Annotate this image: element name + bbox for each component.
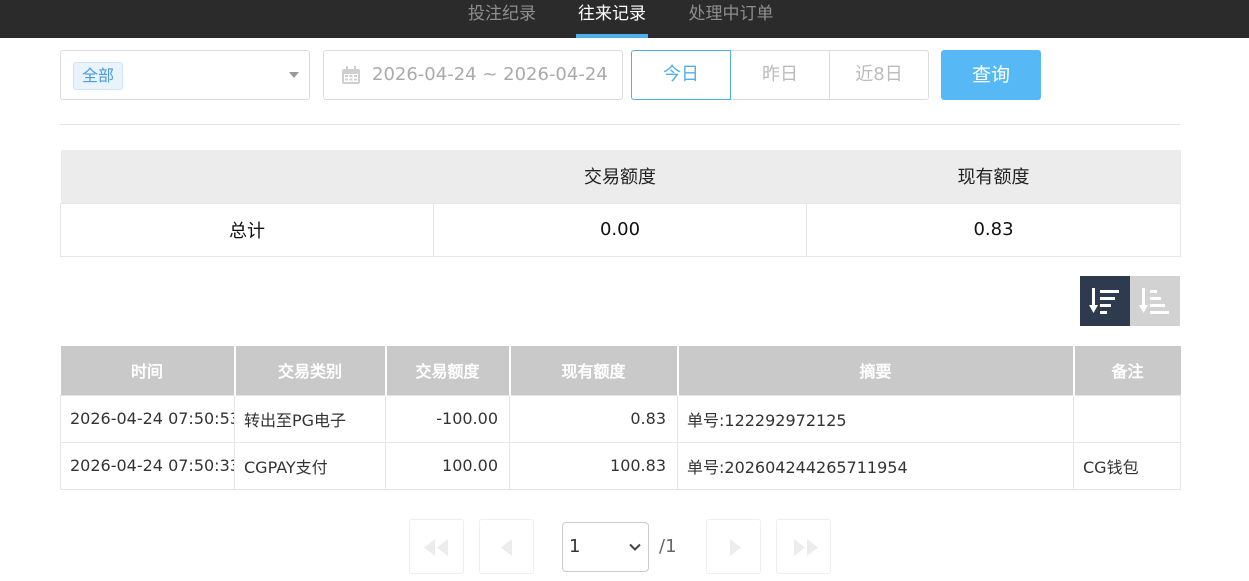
yesterday-button[interactable]: 昨日: [730, 50, 830, 100]
category-tag[interactable]: 全部: [73, 62, 124, 90]
chevron-right-icon: [730, 539, 741, 556]
date-range-text: 2026-04-24 ~ 2026-04-24: [372, 64, 608, 85]
page-total: /1: [659, 536, 677, 557]
summary-header-blank: [60, 150, 434, 203]
col-header-time: 时间: [60, 346, 236, 395]
calendar-icon: [342, 66, 360, 84]
summary-header-row: 交易额度 现有额度: [60, 150, 1181, 203]
summary-total-transaction: 0.00: [433, 202, 807, 257]
chevron-down-icon: [629, 543, 641, 551]
cell-type: CGPAY支付: [234, 441, 386, 490]
cell-type: 转出至PG电子: [234, 394, 386, 443]
first-page-button[interactable]: [409, 519, 464, 574]
table-row: 2026-04-24 07:50:33 CGPAY支付 100.00 100.8…: [60, 441, 1181, 490]
previous-page-button[interactable]: [479, 519, 534, 574]
summary-total-balance: 0.83: [806, 202, 1181, 257]
summary-total-row: 总计 0.00 0.83: [60, 202, 1181, 257]
cell-note: CG钱包: [1073, 441, 1181, 490]
col-header-balance: 现有额度: [509, 346, 679, 395]
next-page-button[interactable]: [706, 519, 761, 574]
cell-time: 2026-04-24 07:50:53: [60, 394, 235, 443]
sort-descending-button[interactable]: [1080, 276, 1130, 326]
summary-header-transaction: 交易额度: [433, 150, 807, 203]
records-header-row: 时间 交易类别 交易额度 现有额度 摘要 备注: [60, 346, 1181, 395]
col-header-type: 交易类别: [234, 346, 387, 395]
date-range-picker[interactable]: 2026-04-24 ~ 2026-04-24: [323, 50, 623, 100]
cell-time: 2026-04-24 07:50:33: [60, 441, 235, 490]
dropdown-caret-icon[interactable]: [289, 72, 299, 78]
category-select[interactable]: 全部: [60, 50, 310, 100]
col-header-note: 备注: [1073, 346, 1181, 395]
cell-amount: 100.00: [385, 441, 510, 490]
table-row: 2026-04-24 07:50:53 转出至PG电子 -100.00 0.83…: [60, 394, 1181, 443]
page-select-value: 1: [569, 536, 581, 557]
cell-amount: -100.00: [385, 394, 510, 443]
last-page-button[interactable]: [776, 519, 831, 574]
today-button[interactable]: 今日: [631, 50, 731, 100]
sort-ascending-button[interactable]: [1130, 276, 1180, 326]
sort-descending-icon: [1089, 288, 1119, 314]
summary-total-label: 总计: [60, 202, 434, 257]
double-chevron-left-icon: [424, 539, 448, 556]
cell-summary: 单号:122292972125: [677, 394, 1074, 443]
col-header-summary: 摘要: [677, 346, 1075, 395]
col-header-amount: 交易额度: [385, 346, 511, 395]
top-navigation: 投注纪录 往来记录 处理中订单: [0, 0, 1249, 38]
query-button[interactable]: 查询: [941, 50, 1041, 100]
summary-header-balance: 现有额度: [806, 150, 1181, 203]
cell-summary: 单号:202604244265711954: [677, 441, 1074, 490]
tab-bet-records[interactable]: 投注纪录: [466, 0, 538, 38]
records-table: 时间 交易类别 交易额度 现有额度 摘要 备注 2026-04-24 07:50…: [60, 346, 1181, 490]
summary-table: 交易额度 现有额度 总计 0.00 0.83: [60, 150, 1181, 257]
cell-note: [1073, 394, 1181, 443]
cell-balance: 100.83: [509, 441, 678, 490]
tab-pending-orders[interactable]: 处理中订单: [686, 0, 776, 38]
divider: [60, 124, 1180, 125]
chevron-left-icon: [501, 539, 512, 556]
tab-transaction-records[interactable]: 往来记录: [576, 0, 648, 38]
cell-balance: 0.83: [509, 394, 678, 443]
double-chevron-right-icon: [794, 539, 818, 556]
last-8-days-button[interactable]: 近8日: [829, 50, 929, 100]
sort-ascending-icon: [1139, 288, 1169, 314]
page-select[interactable]: 1: [562, 522, 649, 572]
